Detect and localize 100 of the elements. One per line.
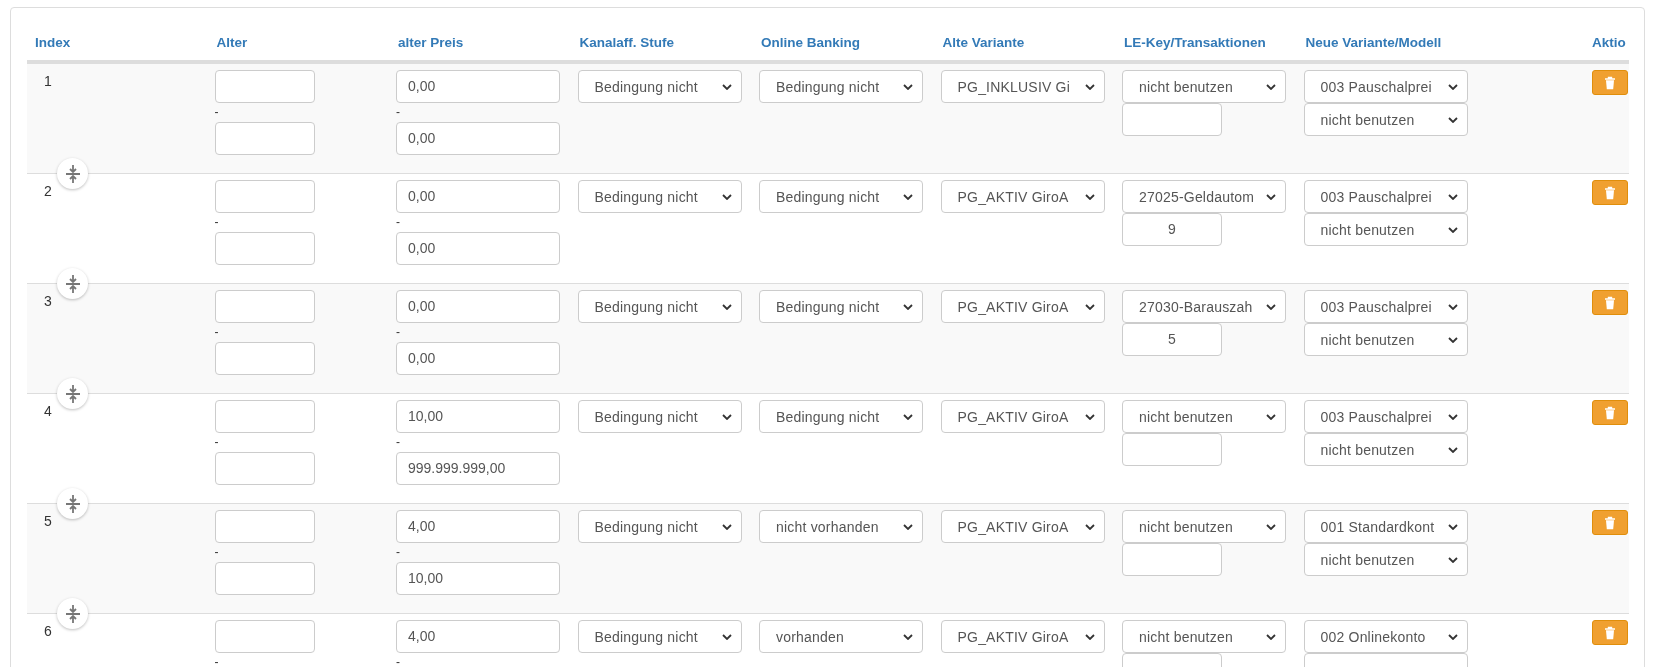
select-dropdown[interactable]: Bedingung nicht bbox=[759, 180, 923, 213]
range-dash: - bbox=[396, 544, 400, 561]
input-field[interactable]: 5 bbox=[1122, 323, 1222, 356]
caret-icon bbox=[1266, 523, 1276, 530]
input-field[interactable] bbox=[214, 290, 315, 323]
caret-icon bbox=[1084, 83, 1095, 90]
delete-button[interactable] bbox=[1592, 620, 1628, 645]
caret-icon bbox=[1266, 633, 1276, 640]
range-dash: - bbox=[214, 654, 219, 667]
select-dropdown[interactable]: 003 Pauschalprei bbox=[1303, 290, 1468, 323]
caret-icon bbox=[903, 193, 913, 200]
input-field[interactable]: 0,00 bbox=[396, 122, 560, 155]
input-field[interactable]: 10,00 bbox=[396, 400, 560, 433]
select-dropdown[interactable]: Bedingung nicht bbox=[577, 180, 742, 213]
input-field[interactable]: 9 bbox=[1122, 213, 1222, 246]
input-field[interactable] bbox=[214, 232, 315, 265]
caret-icon bbox=[1084, 413, 1095, 420]
input-field[interactable]: 10,00 bbox=[396, 562, 560, 595]
select-dropdown[interactable]: PG_INKLUSIV Gi bbox=[940, 70, 1105, 103]
select-dropdown[interactable]: nicht benutzen bbox=[1303, 433, 1468, 466]
caret-icon bbox=[1447, 633, 1458, 640]
select-dropdown[interactable]: nicht benutzen bbox=[1303, 103, 1468, 136]
select-dropdown[interactable]: nicht benutzen bbox=[1122, 400, 1286, 433]
select-dropdown[interactable]: nicht benutzen bbox=[1303, 213, 1468, 246]
caret-icon bbox=[1447, 193, 1458, 200]
input-field[interactable]: 0,00 bbox=[396, 70, 560, 103]
column-header: Online Banking bbox=[761, 35, 860, 50]
select-dropdown[interactable]: nicht vorhanden bbox=[759, 510, 923, 543]
select-dropdown[interactable]: Bedingung nicht bbox=[759, 290, 923, 323]
input-field[interactable] bbox=[1122, 433, 1222, 466]
select-dropdown[interactable]: vorhanden bbox=[759, 620, 923, 653]
column-header: Alter bbox=[216, 35, 248, 50]
select-dropdown[interactable]: nicht benutzen bbox=[1122, 70, 1286, 103]
select-dropdown[interactable]: PG_AKTIV GiroA bbox=[940, 290, 1105, 323]
select-dropdown[interactable]: 27025-Geldautom bbox=[1122, 180, 1286, 213]
input-field[interactable]: 4,00 bbox=[396, 620, 560, 653]
input-field[interactable] bbox=[1122, 103, 1222, 136]
column-header: alter Preis bbox=[398, 35, 464, 50]
select-dropdown[interactable]: 002 Onlinekonto bbox=[1303, 620, 1468, 653]
input-field[interactable]: 0,00 bbox=[396, 180, 560, 213]
select-dropdown[interactable]: 001 Standardkont bbox=[1303, 510, 1468, 543]
input-field[interactable] bbox=[214, 122, 315, 155]
column-header: Index bbox=[35, 35, 71, 50]
input-field[interactable]: 4,00 bbox=[396, 510, 560, 543]
select-dropdown[interactable]: Bedingung nicht bbox=[577, 620, 742, 653]
caret-icon bbox=[1447, 83, 1458, 90]
input-field[interactable] bbox=[214, 70, 315, 103]
merge-rows-button[interactable] bbox=[57, 598, 88, 629]
select-dropdown[interactable]: 003 Pauschalprei bbox=[1303, 70, 1468, 103]
select-dropdown[interactable]: 003 Pauschalprei bbox=[1303, 400, 1468, 433]
caret-icon bbox=[1266, 413, 1276, 420]
merge-rows-button[interactable] bbox=[57, 488, 88, 519]
select-dropdown[interactable]: Bedingung nicht bbox=[577, 290, 742, 323]
input-field[interactable]: 999.999.999,00 bbox=[396, 452, 560, 485]
caret-icon bbox=[721, 83, 732, 90]
input-field[interactable] bbox=[214, 510, 315, 543]
merge-rows-button[interactable] bbox=[57, 268, 88, 299]
select-dropdown[interactable]: 003 Pauschalprei bbox=[1303, 180, 1468, 213]
input-field[interactable]: 0,00 bbox=[396, 290, 560, 323]
input-field[interactable]: 0,00 bbox=[396, 342, 560, 375]
merge-rows-button[interactable] bbox=[57, 378, 88, 409]
trash-icon bbox=[1604, 515, 1616, 530]
input-field[interactable]: 0,00 bbox=[396, 232, 560, 265]
caret-icon bbox=[1447, 336, 1458, 343]
input-field[interactable] bbox=[214, 180, 315, 213]
select-dropdown[interactable]: Bedingung nicht bbox=[759, 70, 923, 103]
select-dropdown[interactable]: PG_AKTIV GiroA bbox=[940, 400, 1105, 433]
caret-icon bbox=[1084, 523, 1095, 530]
select-dropdown[interactable]: nicht benutzen bbox=[1122, 620, 1286, 653]
select-dropdown[interactable]: Bedingung nicht bbox=[577, 510, 742, 543]
input-field[interactable] bbox=[214, 452, 315, 485]
select-dropdown[interactable]: PG_AKTIV GiroA bbox=[940, 180, 1105, 213]
caret-icon bbox=[1084, 193, 1095, 200]
select-dropdown[interactable]: nicht benutzen bbox=[1303, 543, 1468, 576]
delete-button[interactable] bbox=[1592, 510, 1628, 535]
delete-button[interactable] bbox=[1592, 180, 1628, 205]
column-header: Kanalaff. Stufe bbox=[579, 35, 674, 50]
input-field[interactable] bbox=[214, 562, 315, 595]
select-dropdown[interactable]: Bedingung nicht bbox=[577, 400, 742, 433]
select-dropdown[interactable]: 27030-Barauszah bbox=[1122, 290, 1286, 323]
select-dropdown[interactable]: nicht benutzen bbox=[1303, 323, 1468, 356]
caret-icon bbox=[903, 303, 913, 310]
select-dropdown[interactable]: Bedingung nicht bbox=[577, 70, 742, 103]
delete-button[interactable] bbox=[1592, 70, 1628, 95]
input-field[interactable] bbox=[214, 342, 315, 375]
caret-icon bbox=[721, 633, 732, 640]
select-dropdown[interactable]: nicht benutzen bbox=[1122, 510, 1286, 543]
delete-button[interactable] bbox=[1592, 290, 1628, 315]
caret-icon bbox=[1447, 226, 1458, 233]
input-field[interactable] bbox=[1122, 543, 1222, 576]
select-dropdown[interactable]: PG_AKTIV GiroA bbox=[940, 510, 1105, 543]
row-index: 4 bbox=[44, 403, 52, 419]
row-index: 2 bbox=[44, 183, 52, 199]
select-dropdown[interactable]: PG_AKTIV GiroA bbox=[940, 620, 1105, 653]
merge-rows-button[interactable] bbox=[57, 158, 88, 189]
input-field[interactable] bbox=[214, 620, 315, 653]
input-field[interactable] bbox=[214, 400, 315, 433]
delete-button[interactable] bbox=[1592, 400, 1628, 425]
caret-icon bbox=[903, 413, 913, 420]
select-dropdown[interactable]: Bedingung nicht bbox=[759, 400, 923, 433]
